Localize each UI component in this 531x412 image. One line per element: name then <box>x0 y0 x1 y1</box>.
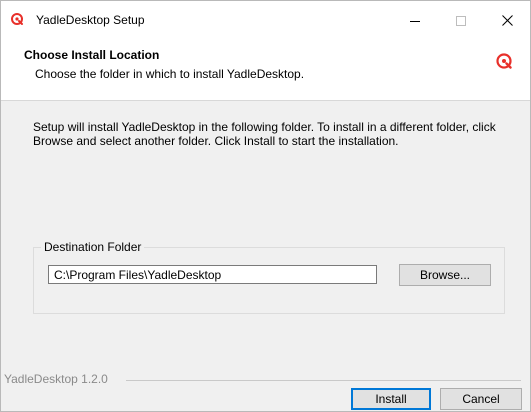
close-icon <box>501 15 513 26</box>
branding-text: YadleDesktop 1.2.0 <box>4 372 112 386</box>
content-area: Setup will install YadleDesktop in the f… <box>0 101 531 412</box>
branding-divider <box>126 380 521 381</box>
maximize-button[interactable] <box>438 0 484 41</box>
minimize-button[interactable] <box>392 0 438 41</box>
page-subtitle: Choose the folder in which to install Ya… <box>35 67 305 81</box>
app-icon <box>11 13 23 25</box>
destination-folder-label: Destination Folder <box>41 240 145 254</box>
close-button[interactable] <box>484 0 530 41</box>
destination-path-input[interactable] <box>48 265 377 284</box>
browse-button[interactable]: Browse... <box>399 264 491 286</box>
destination-folder-group: Destination Folder Browse... <box>33 240 505 314</box>
cancel-button[interactable]: Cancel <box>440 388 522 410</box>
minimize-icon <box>410 20 420 22</box>
branding-line: YadleDesktop 1.2.0 <box>0 372 531 387</box>
title-bar[interactable]: YadleDesktop Setup <box>0 0 531 41</box>
window-title: YadleDesktop Setup <box>36 13 145 27</box>
yadle-logo-icon <box>496 53 512 69</box>
intro-text: Setup will install YadleDesktop in the f… <box>33 120 496 148</box>
page-title: Choose Install Location <box>24 48 160 62</box>
page-header: Choose Install Location Choose the folde… <box>0 41 531 101</box>
maximize-icon <box>456 15 466 26</box>
install-button[interactable]: Install <box>351 388 431 410</box>
installer-window: YadleDesktop Setup Choose Install Locati… <box>0 0 531 412</box>
